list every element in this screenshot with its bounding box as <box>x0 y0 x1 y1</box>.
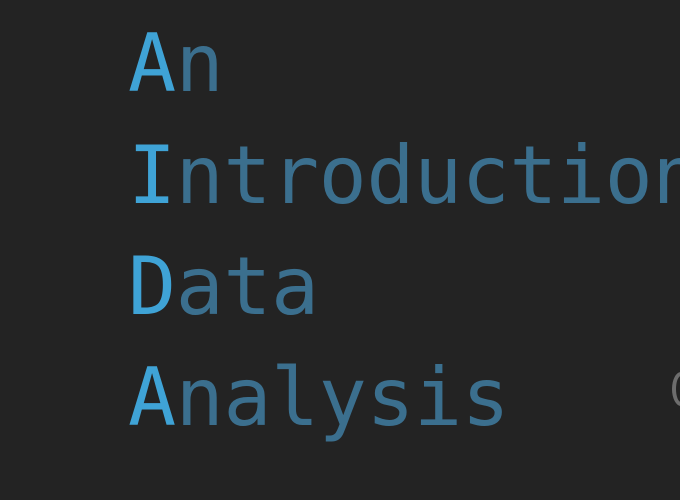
acrostic-word-4: nalysis <box>175 351 510 444</box>
acrostic-canvas: An Introduction Data Analysis <box>0 0 680 500</box>
acrostic-word-3: ata <box>175 240 320 333</box>
acrostic-initial-1: A <box>128 17 176 110</box>
acrostic-word-2: ntroduction <box>175 129 680 222</box>
acrostic-line-4: Analysis <box>128 358 510 438</box>
acrostic-initial-2: I <box>128 129 176 222</box>
acrostic-initial-4: A <box>128 351 176 444</box>
acrostic-line-3: Data <box>128 247 319 327</box>
acrostic-line-2: Introduction <box>128 136 680 216</box>
acrostic-line-1: An <box>128 24 224 104</box>
cropped-edge-glyph <box>672 372 680 406</box>
acrostic-word-1: n <box>175 17 224 110</box>
acrostic-initial-3: D <box>128 240 176 333</box>
